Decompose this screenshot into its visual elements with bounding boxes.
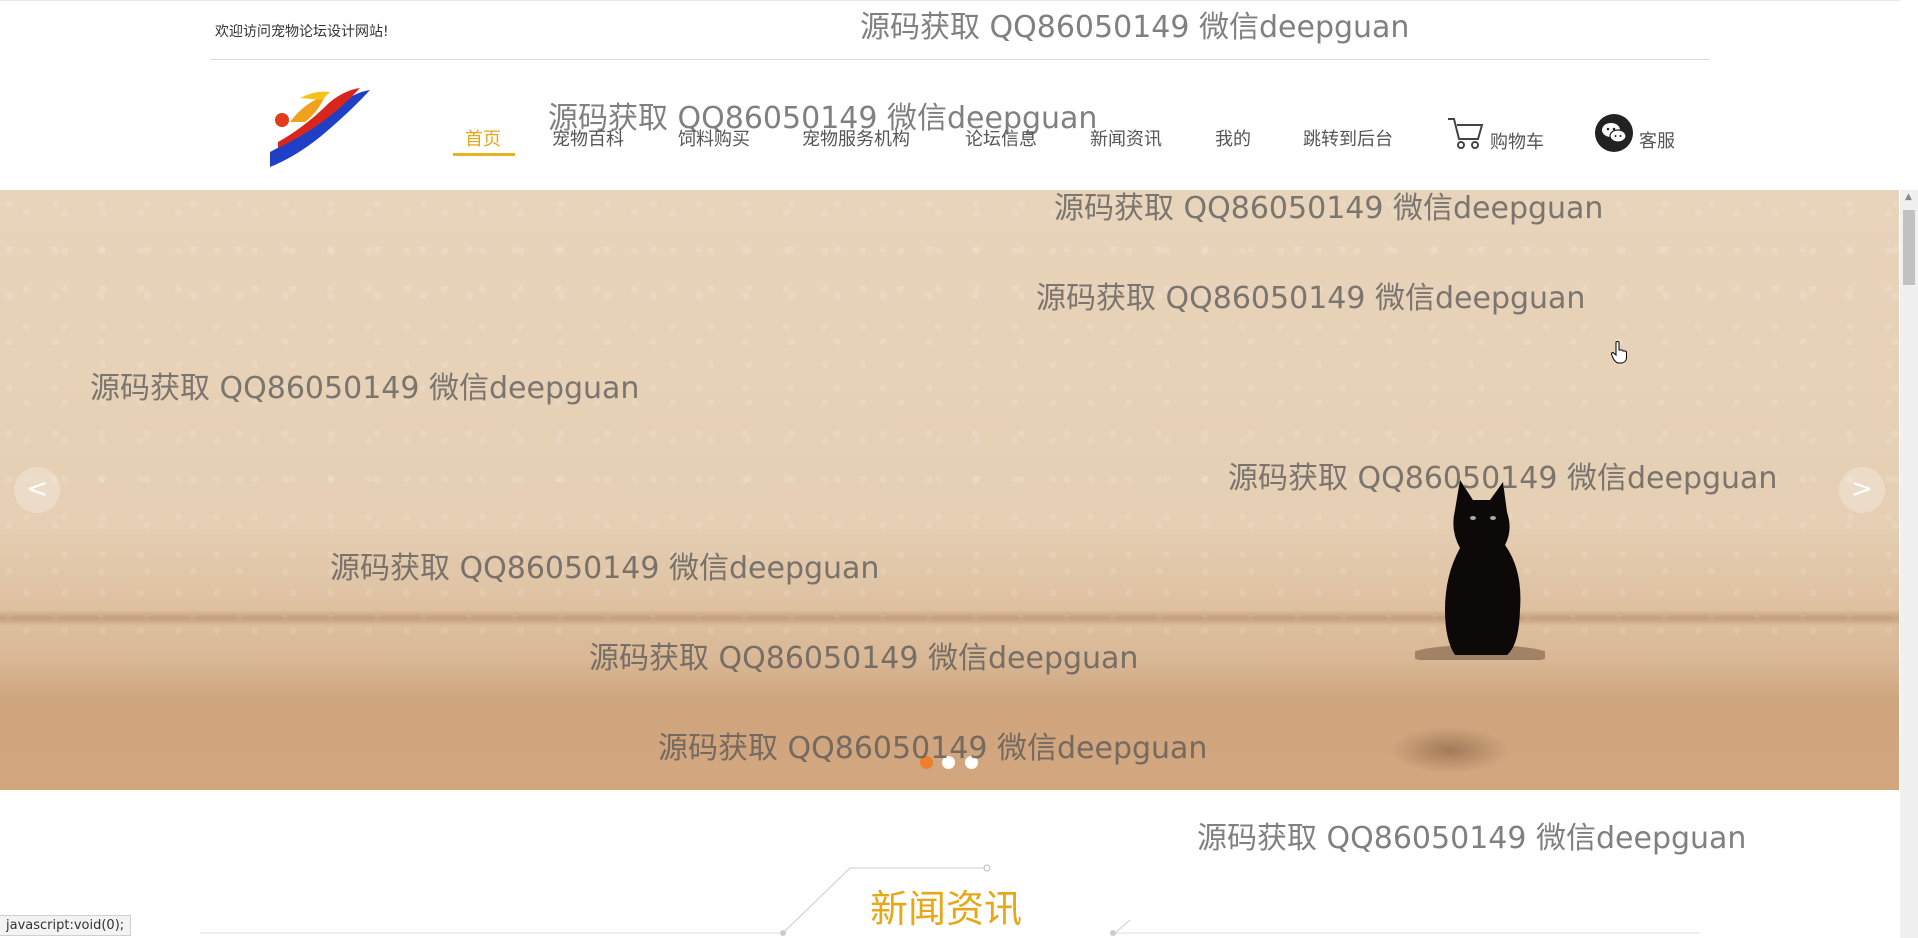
watermark-text: 源码获取 QQ86050149 微信deepguan xyxy=(330,551,880,586)
banner-background xyxy=(0,190,1899,650)
watermark-text: 源码获取 QQ86050149 微信deepguan xyxy=(658,731,1208,766)
watermark-text: 源码获取 QQ86050149 微信deepguan xyxy=(1228,461,1778,496)
watermark-text: 源码获取 QQ86050149 微信deepguan xyxy=(860,10,1410,45)
watermark-text: 源码获取 QQ86050149 微信deepguan xyxy=(1197,821,1747,856)
welcome-text: 欢迎访问宠物论坛设计网站! xyxy=(215,24,389,40)
scroll-up-arrow-icon[interactable]: ▲ xyxy=(1905,192,1912,202)
nav-item-admin[interactable]: 跳转到后台 xyxy=(1303,125,1393,151)
scrollbar[interactable] xyxy=(1900,190,1918,938)
site-logo[interactable] xyxy=(260,82,380,172)
nav-active-indicator xyxy=(453,153,515,156)
cart-icon xyxy=(1448,118,1484,149)
carousel-prev-button[interactable]: < xyxy=(14,467,60,513)
wechat-icon xyxy=(1595,114,1633,152)
cart-label: 购物车 xyxy=(1490,132,1544,153)
service-label: 客服 xyxy=(1639,131,1675,152)
nav-item-news[interactable]: 新闻资讯 xyxy=(1090,125,1162,151)
nav-item-mine[interactable]: 我的 xyxy=(1215,125,1251,151)
hand-cursor-icon xyxy=(1610,341,1627,364)
banner-floor xyxy=(0,610,1899,626)
watermark-text: 源码获取 QQ86050149 微信deepguan xyxy=(589,641,1139,676)
section-title-news: 新闻资讯 xyxy=(870,887,1023,931)
scrollbar-thumb[interactable] xyxy=(1903,210,1915,285)
watermark-text: 源码获取 QQ86050149 微信deepguan xyxy=(90,371,640,406)
watermark-text: 源码获取 QQ86050149 微信deepguan xyxy=(1036,281,1586,316)
nav-item-home[interactable]: 首页 xyxy=(465,125,501,151)
browser-status-bar: javascript:void(0); xyxy=(0,915,132,936)
watermark-text: 源码获取 QQ86050149 微信deepguan xyxy=(548,101,1098,136)
carousel-next-button[interactable]: > xyxy=(1839,467,1885,513)
watermark-text: 源码获取 QQ86050149 微信deepguan xyxy=(1054,191,1604,226)
